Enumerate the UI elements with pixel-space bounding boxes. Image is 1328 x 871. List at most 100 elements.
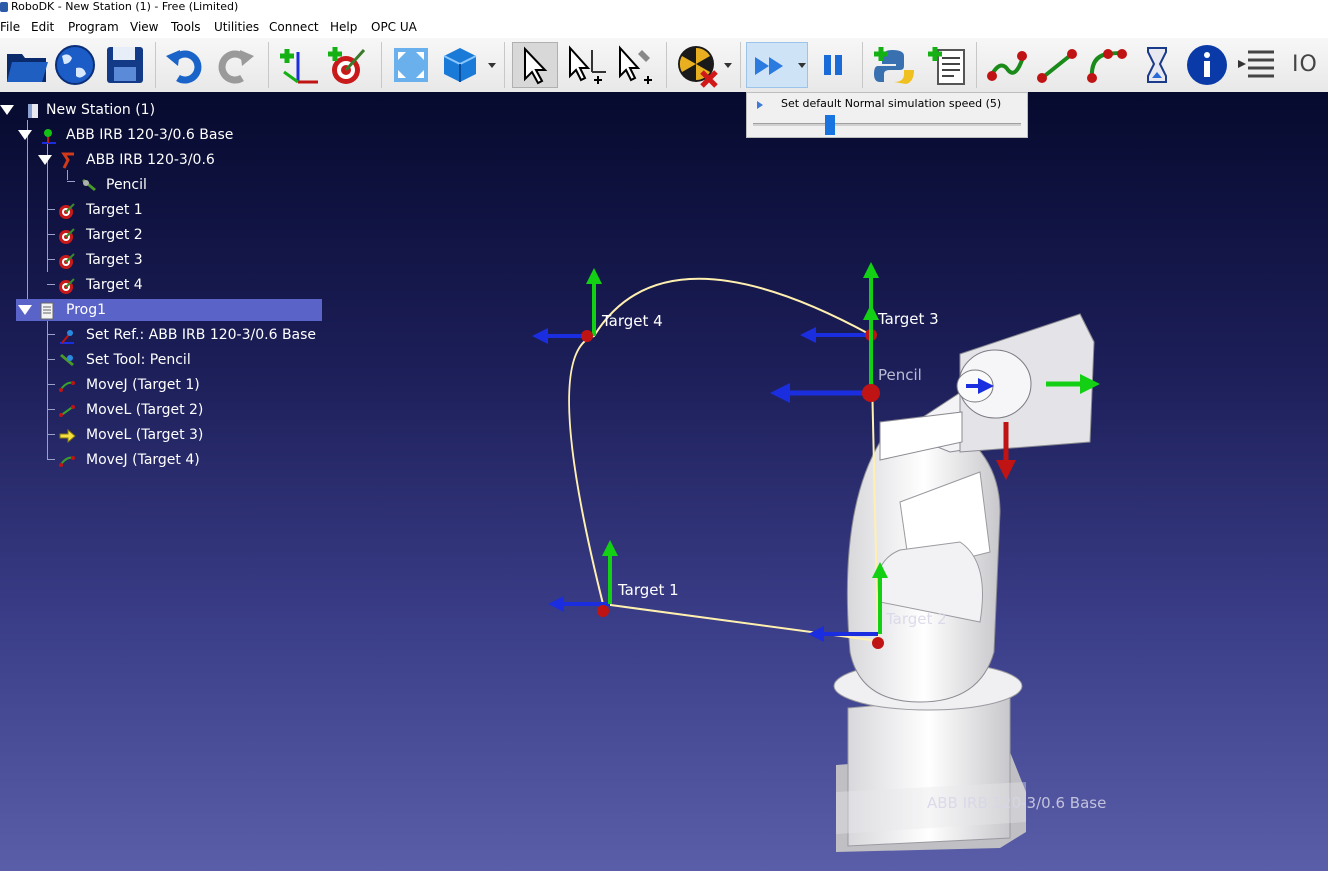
target-3-frame[interactable]: Target 3 [800,262,939,343]
tree-item-target-2[interactable]: Target 2 [0,224,330,246]
save-icon [107,47,143,83]
menu-file[interactable]: File [0,20,20,34]
simulation-speed-dropdown-icon[interactable] [797,60,807,70]
circular-move-button[interactable] [1084,42,1130,88]
reference-frame-icon [42,129,56,144]
open-button[interactable] [4,42,50,88]
submenu-arrow-icon [757,101,763,109]
tree-item-set-tool[interactable]: Set Tool: Pencil [0,349,330,371]
collapse-arrow-icon[interactable] [18,130,32,140]
set-default-speed-item[interactable]: Set default Normal simulation speed (5) [781,97,1001,110]
move-tool-button[interactable] [614,42,660,88]
tool-icon [82,179,96,191]
add-python-program-icon [874,47,914,84]
simulation-speed-popup: Set default Normal simulation speed (5) [746,92,1028,138]
add-program-button[interactable] [924,42,970,88]
current-instruction-icon [59,428,76,444]
info-icon [1187,45,1227,85]
web-library-icon [55,45,95,85]
move-reference-button[interactable] [564,42,610,88]
set-reference-icon [60,330,74,344]
open-icon [7,54,48,82]
target-icon [59,228,75,244]
menu-bar: File Edit Program View Tools Utilities C… [0,18,1328,38]
tree-item-movel-target-3[interactable]: MoveL (Target 3) [0,424,330,446]
tree-item-robot[interactable]: ABB IRB 120-3/0.6 [0,149,330,171]
window-title: RoboDK - New Station (1) - Free (Limited… [11,0,239,13]
tree-item-tool-pencil[interactable]: Pencil [0,174,330,196]
tree-item-movel-target-2[interactable]: MoveL (Target 2) [0,399,330,421]
robot-base-label: ABB IRB 120-3/0.6 Base [927,794,1106,812]
program-call-button[interactable] [1234,42,1280,88]
collision-dropdown-icon[interactable] [723,60,733,70]
add-python-program-button[interactable] [870,42,916,88]
menu-help[interactable]: Help [330,20,357,34]
collision-button[interactable] [674,42,720,88]
joint-move-icon [987,51,1027,81]
collapse-arrow-icon[interactable] [0,105,14,115]
collapse-arrow-icon[interactable] [18,305,32,315]
menu-opc-ua[interactable]: OPC UA [371,20,417,34]
speed-slider-handle[interactable] [825,115,836,135]
title-bar: RoboDK - New Station (1) - Free (Limited… [0,0,1328,16]
tree-item-set-ref[interactable]: Set Ref.: ABB IRB 120-3/0.6 Base [0,324,330,346]
pause-button[interactable] [810,42,856,88]
collision-icon [678,46,718,88]
add-target-button[interactable] [324,42,370,88]
fit-all-button[interactable] [388,42,434,88]
speed-slider-track[interactable] [753,123,1021,126]
robot-icon [61,152,74,169]
tree-item-target-3[interactable]: Target 3 [0,249,330,271]
add-program-icon [928,47,965,85]
linear-move-button[interactable] [1034,42,1080,88]
robodk-app-icon [0,2,8,12]
station-icon [28,104,38,118]
target-4-frame[interactable]: Target 4 [532,268,663,344]
joint-move-icon [59,456,75,467]
target-1-label: Target 1 [617,581,679,599]
main-toolbar: IO [0,38,1328,93]
menu-utilities[interactable]: Utilities [214,20,259,34]
move-tool-icon [619,45,652,84]
menu-tools[interactable]: Tools [171,20,201,34]
menu-view[interactable]: View [130,20,158,34]
undo-icon [166,50,202,84]
tree-item-program[interactable]: Prog1 [16,299,322,321]
program-call-icon [1238,50,1274,78]
program-icon [40,302,54,320]
menu-connect[interactable]: Connect [269,20,319,34]
web-library-button[interactable] [52,42,98,88]
joint-move-button[interactable] [984,42,1030,88]
add-reference-frame-button[interactable] [276,42,322,88]
menu-program[interactable]: Program [68,20,119,34]
fast-simulation-icon [755,57,783,75]
menu-edit[interactable]: Edit [31,20,54,34]
view-3d-icon [443,48,477,82]
tree-item-movej-target-4[interactable]: MoveJ (Target 4) [0,449,330,471]
io-button[interactable]: IO [1286,42,1328,88]
joint-move-icon [59,381,75,392]
select-icon [524,46,548,85]
save-button[interactable] [102,42,148,88]
view-3d-button[interactable] [436,42,482,88]
target-2-label: Target 2 [885,610,947,628]
circular-move-icon [1087,49,1127,83]
redo-button[interactable] [212,42,258,88]
pause-instruction-button[interactable] [1134,42,1180,88]
linear-move-icon [1037,49,1077,83]
tree-item-station[interactable]: New Station (1) [0,99,330,121]
move-reference-icon [569,45,606,84]
tree-item-movej-target-1[interactable]: MoveJ (Target 1) [0,374,330,396]
collapse-arrow-icon[interactable] [38,155,52,165]
info-button[interactable] [1184,42,1230,88]
add-target-icon [328,47,366,84]
pencil-label: Pencil [878,366,922,384]
tree-item-target-1[interactable]: Target 1 [0,199,330,221]
undo-button[interactable] [162,42,208,88]
select-button[interactable] [512,42,558,88]
tree-item-robot-base[interactable]: ABB IRB 120-3/0.6 Base [0,124,330,146]
view-dropdown-icon[interactable] [487,60,497,70]
pause-icon [824,55,842,75]
linear-move-icon [59,405,75,417]
tree-item-target-4[interactable]: Target 4 [0,274,330,296]
